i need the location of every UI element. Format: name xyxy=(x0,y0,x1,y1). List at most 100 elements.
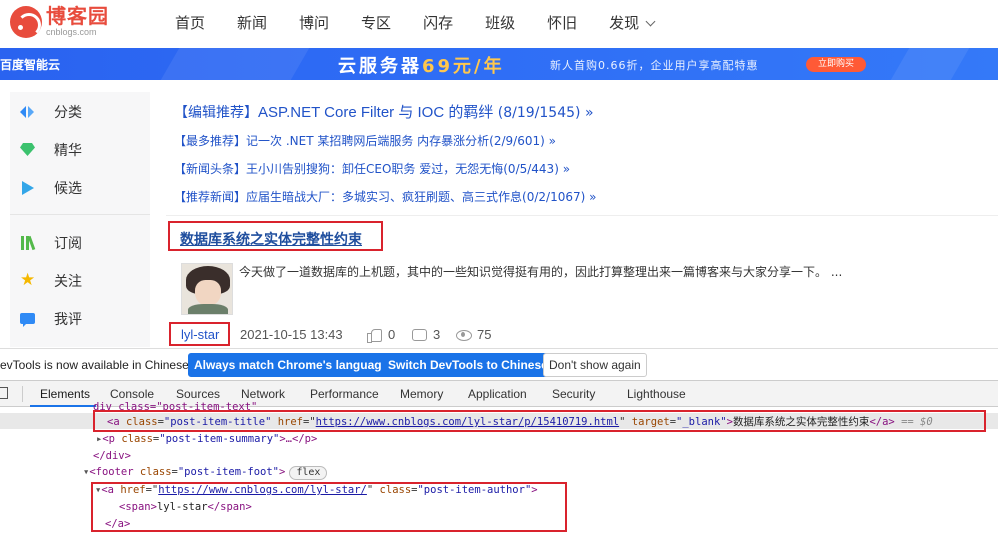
sidebar-item-category[interactable]: 分类 xyxy=(20,102,82,122)
tab-network[interactable]: Network xyxy=(241,387,285,401)
inspect-element-icon[interactable] xyxy=(0,387,8,399)
tree-tag: <footer xyxy=(89,466,134,478)
rec-count: (0/5/443) xyxy=(503,162,559,176)
post-summary: 今天做了一道数据库的上机题，其中的一些知识觉得挺有用的，因此打算整理出来一篇博客… xyxy=(239,265,843,279)
avatar-body xyxy=(188,304,228,314)
ad-banner[interactable]: 百度智能云 云服务器69元/年 新人首购0.66折，企业用户享高配特惠 立即购买 xyxy=(0,48,998,80)
sidebar-item-candidate[interactable]: 候选 xyxy=(20,178,82,198)
tab-sources[interactable]: Sources xyxy=(176,387,220,401)
nav-discover[interactable]: 发现 xyxy=(609,13,656,33)
logo-text: 博客园 cnblogs.com xyxy=(46,5,109,38)
nav-zone[interactable]: 专区 xyxy=(361,13,391,33)
tree-node-footer[interactable]: ▾<footer class="post-item-foot"> flex xyxy=(83,465,328,480)
tab-memory[interactable]: Memory xyxy=(400,387,443,401)
rec-tag: 【最多推荐】 xyxy=(174,134,247,148)
rec-title: 应届生暗战大厂：多城实习、疯狂刷题、高三式作息 xyxy=(246,190,523,204)
logo-subtitle: cnblogs.com xyxy=(46,27,97,37)
annotation-highlight-title-node xyxy=(93,410,986,432)
banner-buy-button[interactable]: 立即购买 xyxy=(806,57,866,72)
rec-tag: 【新闻头条】 xyxy=(174,162,247,176)
tab-application[interactable]: Application xyxy=(468,387,527,401)
infobar-message: evTools is now available in Chinese! xyxy=(0,358,193,372)
nav-class[interactable]: 班级 xyxy=(485,13,515,33)
tree-attr: class xyxy=(121,433,153,445)
tab-divider xyxy=(22,386,23,402)
rec-title: 记一次 .NET 某招聘网后端服务 内存暴涨分析 xyxy=(246,134,490,148)
elements-tree: div class="post-item-text" <a class="pos… xyxy=(0,401,998,534)
sidebar-item-label: 我评 xyxy=(54,312,82,328)
recommendation-link[interactable]: 【新闻头条】王小川告别搜狗：卸任CEO职务 爱过，无怨无悔(0/5/443) » xyxy=(174,160,570,177)
nav-news[interactable]: 新闻 xyxy=(237,13,267,33)
rec-count: (8/19/1545) xyxy=(497,105,581,121)
sidebar-item-my-comments[interactable]: 我评 xyxy=(20,309,82,329)
recommendation-link[interactable]: 【最多推荐】记一次 .NET 某招聘网后端服务 内存暴涨分析(2/9/601) … xyxy=(174,132,556,149)
main-nav: 首页 新闻 博问 专区 闪存 班级 怀旧 发现 xyxy=(175,13,686,33)
comment-icon xyxy=(20,311,36,327)
tab-security[interactable]: Security xyxy=(552,387,595,401)
site-header: 博客园 cnblogs.com 首页 新闻 博问 专区 闪存 班级 怀旧 发现 xyxy=(0,0,998,48)
view-count: 75 xyxy=(456,327,491,342)
rec-arrow: » xyxy=(584,105,594,121)
banner-subtext: 新人首购0.66折，企业用户享高配特惠 xyxy=(550,59,759,72)
banner-price: 69元/年 xyxy=(422,56,505,77)
sidebar-item-subscribe[interactable]: 订阅 xyxy=(20,233,82,253)
rec-arrow: » xyxy=(589,190,597,204)
comment-count[interactable]: 3 xyxy=(412,327,440,342)
match-chrome-language-button[interactable]: Always match Chrome's language xyxy=(188,353,395,377)
divider xyxy=(166,215,998,216)
site-logo[interactable]: 博客园 cnblogs.com xyxy=(10,5,109,38)
like-count[interactable]: 0 xyxy=(367,327,396,343)
sidebar: 分类 精华 候选 订阅 关注 我评 xyxy=(10,92,150,347)
banner-decoration xyxy=(890,48,970,80)
tree-tag: </div> xyxy=(93,450,131,462)
devtools-language-infobar: evTools is now available in Chinese! Alw… xyxy=(0,348,998,380)
tab-lighthouse[interactable]: Lighthouse xyxy=(627,387,686,401)
eye-icon xyxy=(456,329,472,341)
rec-title: ASP.NET Core Filter 与 IOC 的羁绊 xyxy=(258,104,494,121)
nav-nostalgia[interactable]: 怀旧 xyxy=(547,13,577,33)
flex-badge[interactable]: flex xyxy=(289,466,328,480)
tree-node-post-item-summary[interactable]: ▸<p class="post-item-summary">…</p> xyxy=(96,432,317,446)
tab-console[interactable]: Console xyxy=(110,387,154,401)
tree-attr-value: "post-item-summary" xyxy=(159,433,280,445)
annotation-highlight-author-node xyxy=(91,482,567,532)
subscribe-icon xyxy=(20,235,36,251)
rec-arrow: » xyxy=(548,134,556,148)
sidebar-item-featured[interactable]: 精华 xyxy=(20,140,82,160)
post-author-link[interactable]: lyl-star xyxy=(181,327,219,342)
nav-flash[interactable]: 闪存 xyxy=(423,13,453,33)
featured-icon xyxy=(20,142,36,158)
banner-brand: 百度智能云 xyxy=(0,58,61,72)
sidebar-divider xyxy=(10,214,150,215)
sidebar-item-label: 精华 xyxy=(54,143,82,159)
recommendation-link[interactable]: 【推荐新闻】应届生暗战大厂：多城实习、疯狂刷题、高三式作息(0/2/1067) … xyxy=(174,188,596,205)
tree-attr-value: "post-item-foot" xyxy=(177,466,280,478)
tree-node-div-close[interactable]: </div> xyxy=(93,449,131,463)
rec-arrow: » xyxy=(562,162,571,176)
like-count-value: 0 xyxy=(388,327,396,342)
sidebar-item-follow[interactable]: 关注 xyxy=(20,270,82,291)
tab-elements[interactable]: Elements xyxy=(40,387,90,401)
rec-tag: 【推荐新闻】 xyxy=(174,190,247,204)
switch-to-chinese-button[interactable]: Switch DevTools to Chinese xyxy=(382,353,554,377)
star-icon xyxy=(20,270,36,290)
rec-tag: 【编辑推荐】 xyxy=(174,105,258,121)
nav-questions[interactable]: 博问 xyxy=(299,13,329,33)
comment-count-value: 3 xyxy=(433,327,441,342)
candidate-icon xyxy=(20,180,36,196)
logo-title: 博客园 xyxy=(46,4,109,28)
nav-discover-label: 发现 xyxy=(609,14,640,32)
tab-performance[interactable]: Performance xyxy=(310,387,379,401)
recommendation-link[interactable]: 【编辑推荐】ASP.NET Core Filter 与 IOC 的羁绊 (8/1… xyxy=(174,101,594,122)
dont-show-again-button[interactable]: Don't show again xyxy=(543,353,647,377)
sidebar-item-label: 关注 xyxy=(54,274,82,290)
comment-icon xyxy=(412,328,427,341)
sidebar-item-label: 分类 xyxy=(54,105,82,121)
tree-tag: <p xyxy=(102,433,115,445)
author-avatar[interactable] xyxy=(181,263,233,315)
rec-count: (2/9/601) xyxy=(489,134,545,148)
tree-tag: >…</p> xyxy=(279,433,318,445)
nav-home[interactable]: 首页 xyxy=(175,13,205,33)
view-count-value: 75 xyxy=(477,327,492,342)
post-title-link[interactable]: 数据库系统之实体完整性约束 xyxy=(180,229,362,249)
